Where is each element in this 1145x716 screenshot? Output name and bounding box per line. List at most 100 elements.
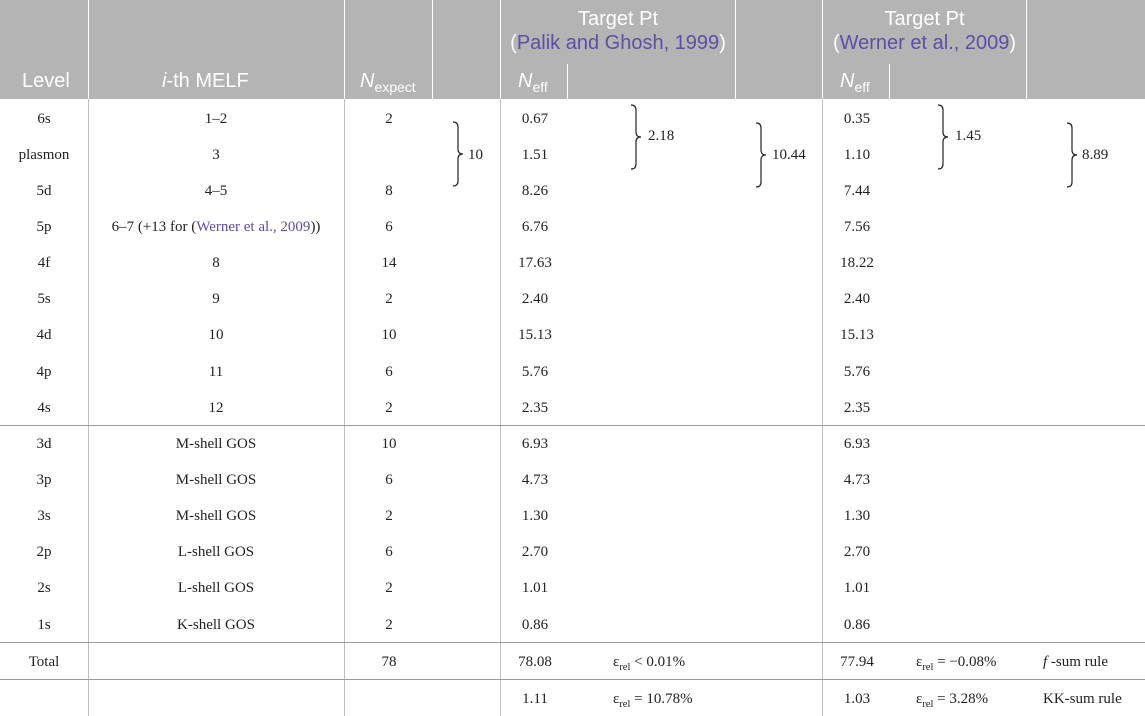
cell-melf: L-shell GOS [177,544,255,560]
kk-neff-werner: 1.03 [843,691,871,707]
cell-melf: 10 [208,327,224,343]
brace-icon [937,104,949,170]
cell-level: 3p [36,472,52,488]
cell-neff-werner: 5.76 [843,364,871,380]
citation-link[interactable]: Werner et al., 2009 [196,219,310,235]
cell-neff-palik: 6.93 [521,436,549,452]
total-error-palik: εrel < 0.01% [613,654,686,673]
cell-level: plasmon [18,147,70,163]
header-target1-ref: (Palik and Ghosh, 1999) [510,32,726,54]
header-target1-title: Target Pt [577,8,659,30]
cell-melf: K-shell GOS [177,617,255,633]
cell-neff-palik: 6.76 [521,219,549,235]
cell-level: 4p [36,364,52,380]
cell-nexpect: 8 [385,183,393,199]
total-label: Total [28,654,60,670]
cell-nexpect: 10 [381,327,397,343]
cell-neff-werner: 0.86 [843,617,871,633]
header-target2-title: Target Pt [884,8,965,30]
cell-melf: 6–7 (+13 for (Werner et al., 2009)) [111,219,321,235]
cell-neff-palik: 1.01 [521,580,549,596]
cell-level: 6s [37,111,51,127]
cell-neff-werner: 1.30 [843,508,871,524]
cell-nexpect: 6 [385,544,393,560]
cell-neff-palik: 2.40 [521,291,549,307]
cell-neff-werner: 7.56 [843,219,871,235]
cell-level: 3s [37,508,51,524]
cell-neff-palik: 0.86 [521,617,549,633]
cell-melf: 3 [212,147,220,163]
cell-melf: 11 [208,364,224,380]
cell-neff-werner: 1.10 [843,147,871,163]
cell-level: 1s [37,617,51,633]
cell-neff-werner: 4.73 [843,472,871,488]
cell-melf: M-shell GOS [175,508,257,524]
citation-link[interactable]: Werner et al., 2009 [840,32,1010,54]
cell-nexpect: 6 [385,364,393,380]
cell-neff-werner: 1.01 [843,580,871,596]
cell-neff-werner: 18.22 [840,255,874,271]
group-palik-large: 10.44 [772,147,806,163]
cell-neff-palik: 17.63 [518,255,552,271]
cell-neff-palik: 1.30 [521,508,549,524]
cell-melf: 8 [212,255,220,271]
brace-icon [452,121,464,187]
brace-icon [630,104,642,170]
header-neff-2: Neff [840,70,870,95]
cell-nexpect: 2 [385,400,393,416]
total-neff-palik: 78.08 [518,654,552,670]
header-melf: i-th MELF [162,70,249,92]
cell-nexpect: 6 [385,219,393,235]
cell-level: 5d [36,183,52,199]
cell-level: 3d [36,436,52,452]
cell-melf: 4–5 [204,183,228,199]
cell-melf: 9 [212,291,220,307]
group-palik-small: 2.18 [648,128,675,144]
cell-neff-palik: 1.51 [521,147,549,163]
cell-neff-werner: 15.13 [840,327,874,343]
cell-neff-palik: 5.76 [521,364,549,380]
cell-nexpect: 2 [385,580,393,596]
brace-icon [1066,122,1078,188]
cell-melf: 1–2 [204,111,228,127]
cell-melf: L-shell GOS [177,580,255,596]
kk-sum-rule-label: KK-sum rule [1043,691,1122,707]
header-target2-ref: (Werner et al., 2009) [832,32,1017,54]
total-error-werner: εrel = −0.08% [916,654,997,673]
cell-neff-palik: 2.35 [521,400,549,416]
cell-nexpect: 2 [385,111,393,127]
cell-neff-werner: 2.70 [843,544,871,560]
cell-level: 5s [37,291,51,307]
cell-level: 2s [37,580,51,596]
cell-neff-palik: 4.73 [521,472,549,488]
group-werner-small: 1.45 [955,128,982,144]
cell-nexpect: 2 [385,291,393,307]
cell-level: 4s [37,400,51,416]
cell-level: 4d [36,327,52,343]
cell-neff-werner: 6.93 [843,436,871,452]
cell-melf: M-shell GOS [175,436,257,452]
total-nexpect: 78 [381,654,397,670]
cell-neff-werner: 0.35 [843,111,871,127]
cell-neff-palik: 15.13 [518,327,552,343]
cell-neff-palik: 8.26 [521,183,549,199]
total-neff-werner: 77.94 [840,654,874,670]
cell-neff-palik: 0.67 [521,111,549,127]
cell-level: 2p [36,544,52,560]
citation-link[interactable]: Palik and Ghosh, 1999 [517,32,719,54]
header-nexpect: Nexpect [360,70,416,95]
cell-melf: M-shell GOS [175,472,257,488]
cell-nexpect: 2 [385,617,393,633]
cell-neff-werner: 2.35 [843,400,871,416]
cell-nexpect: 6 [385,472,393,488]
cell-level: 4f [37,255,51,271]
cell-nexpect: 2 [385,508,393,524]
group-nexpect-sum: 10 [468,147,483,163]
group-werner-large: 8.89 [1082,147,1109,163]
f-sum-rule-label: f -sum rule [1043,654,1108,670]
cell-nexpect: 10 [381,436,397,452]
brace-icon [755,122,767,188]
cell-melf: 12 [208,400,224,416]
cell-neff-palik: 2.70 [521,544,549,560]
header-neff-1: Neff [518,70,548,95]
